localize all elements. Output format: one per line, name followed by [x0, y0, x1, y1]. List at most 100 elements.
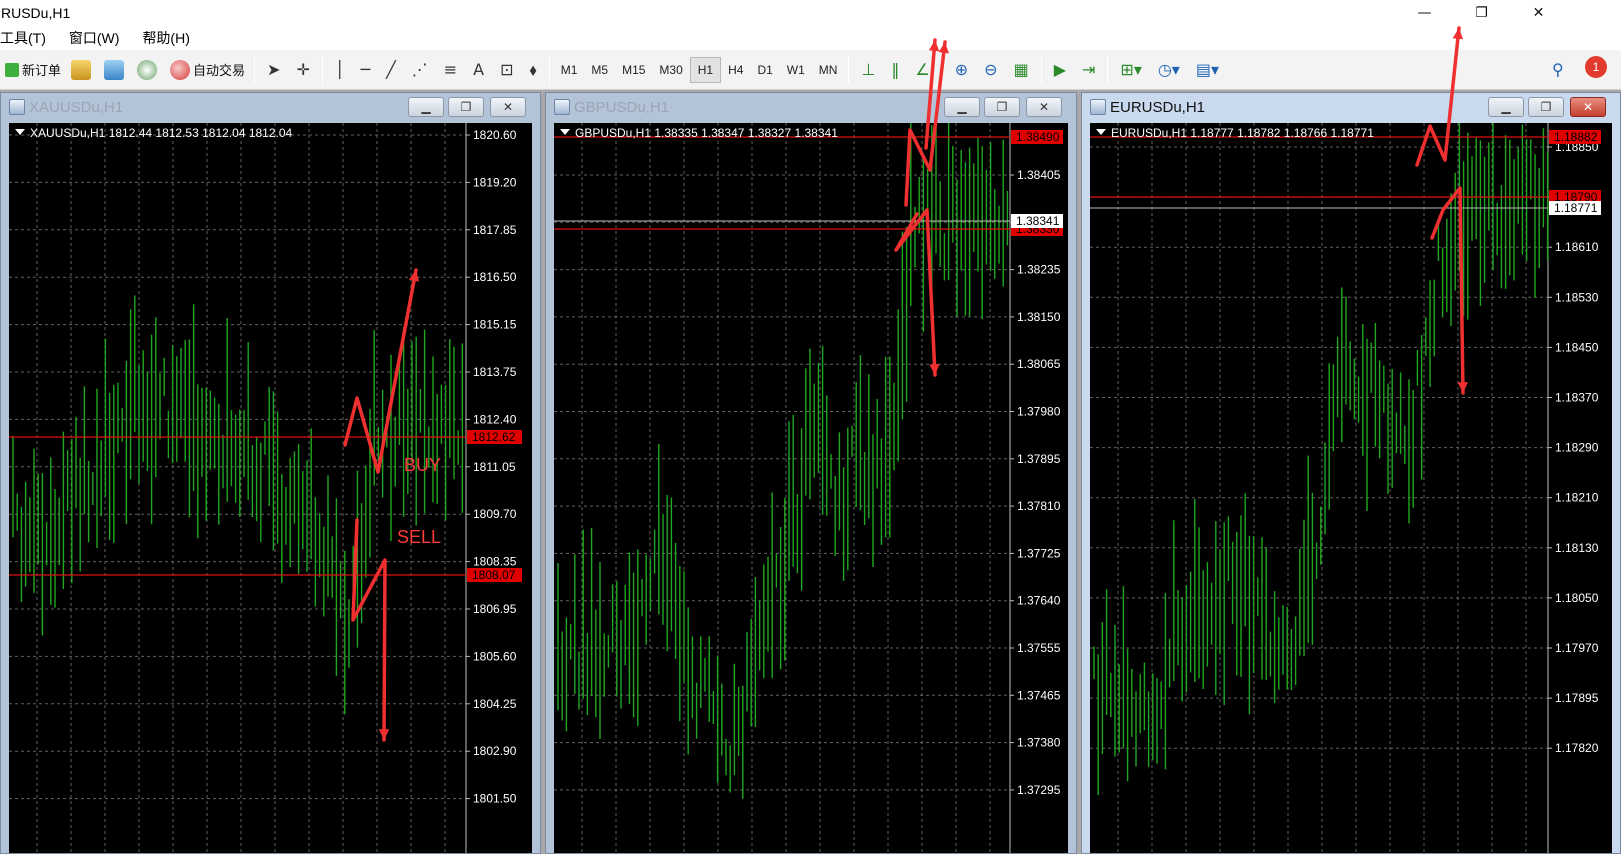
- price-label: 1802.90: [473, 744, 517, 758]
- signals-button[interactable]: [132, 55, 165, 85]
- timeframe-m30[interactable]: M30: [652, 57, 689, 83]
- ohlc-header: XAUUSDu,H1 1812.44 1812.53 1812.04 1812.…: [15, 126, 292, 140]
- chart-minimize-button[interactable]: ▁: [944, 97, 980, 117]
- price-label: 1811.05: [473, 460, 516, 474]
- chart-close-button[interactable]: ✕: [1026, 97, 1062, 117]
- chart-restore-button[interactable]: ❐: [1528, 97, 1564, 117]
- price-label: 1.37465: [1017, 688, 1061, 702]
- ohlc-text: XAUUSDu,H1 1812.44 1812.53 1812.04 1812.…: [30, 126, 293, 140]
- chart-close-button[interactable]: ✕: [490, 97, 526, 117]
- auto-trade-button[interactable]: 自动交易: [165, 55, 250, 85]
- chart-shift-icon[interactable]: ⇥: [1074, 60, 1103, 79]
- shapes-icon[interactable]: ⬧: [522, 60, 545, 80]
- chart-window-gbpusd[interactable]: GBPUSDu,H1 ▁ ❐ ✕ 1.384051.383201.382351.…: [545, 92, 1077, 854]
- menu-help[interactable]: 帮助(H): [142, 28, 200, 48]
- menu-window[interactable]: 窗口(W): [69, 28, 131, 48]
- chart-plot-area[interactable]: 1.188501.186901.186101.185301.184501.183…: [1090, 123, 1612, 853]
- menu-bar: 工具(T) 窗口(W) 帮助(H): [0, 26, 1621, 50]
- price-label: 1.17895: [1555, 691, 1599, 705]
- templates-icon[interactable]: ▤▾: [1188, 60, 1227, 79]
- chart-window-caption[interactable]: XAUUSDu,H1 ▁ ❐ ✕: [1, 93, 540, 121]
- chart-restore-button[interactable]: ❐: [448, 97, 484, 117]
- price-label: 1808.35: [473, 555, 517, 569]
- new-order-label: 新订单: [22, 63, 62, 78]
- timeframe-m1[interactable]: M1: [554, 57, 585, 83]
- menu-tools[interactable]: 工具(T): [0, 28, 57, 48]
- line-chart-icon[interactable]: ∠: [907, 60, 937, 79]
- chart-minimize-button[interactable]: ▁: [408, 97, 444, 117]
- zoom-in-icon[interactable]: ⊕: [947, 60, 976, 79]
- periods-clock-icon[interactable]: ◷▾: [1150, 60, 1188, 79]
- timeframe-m15[interactable]: M15: [615, 57, 652, 83]
- chart-plot-area[interactable]: 1.384051.383201.382351.381501.380651.379…: [554, 123, 1068, 853]
- trendline-icon[interactable]: ╱: [378, 60, 404, 79]
- price-label: 1.18130: [1555, 541, 1599, 555]
- gold-bars-button[interactable]: [66, 55, 99, 85]
- chart-window-title: GBPUSDu,H1: [574, 98, 670, 116]
- data-window-button[interactable]: [99, 55, 132, 85]
- maximize-button[interactable]: ❐: [1453, 0, 1510, 26]
- price-label: 1.18530: [1555, 290, 1599, 304]
- timeframe-h4[interactable]: H4: [721, 57, 750, 83]
- timeframe-w1[interactable]: W1: [780, 57, 812, 83]
- price-tag-label: 1.18882: [1554, 130, 1598, 144]
- label-icon[interactable]: ⊡: [492, 60, 521, 79]
- timeframe-d1[interactable]: D1: [750, 57, 779, 83]
- cursor-icon[interactable]: ➤: [259, 60, 288, 79]
- price-label: 1817.85: [473, 223, 517, 237]
- tile-windows-icon[interactable]: ▦: [1006, 60, 1037, 79]
- price-label: 1819.20: [473, 175, 517, 189]
- zoom-out-icon[interactable]: ⊖: [976, 60, 1005, 79]
- chart-window-xauusd[interactable]: XAUUSDu,H1 ▁ ❐ ✕ 1820.60 1819.20 1817.85 18…: [0, 92, 541, 854]
- price-label: 1815.15: [473, 318, 517, 332]
- auto-trade-label: 自动交易: [193, 63, 246, 78]
- indicators-icon[interactable]: ⊞▾: [1112, 60, 1149, 79]
- chart-svg: 1820.60 1819.20 1817.85 1816.50 1815.15 1813.…: [9, 123, 522, 853]
- price-label: 1812.40: [473, 412, 517, 426]
- auto-trade-icon: [170, 59, 191, 80]
- chart-window-caption[interactable]: GBPUSDu,H1 ▁ ❐ ✕: [546, 93, 1076, 121]
- price-label: 1.38150: [1017, 310, 1061, 324]
- chart-close-button[interactable]: ✕: [1570, 97, 1606, 117]
- chart-restore-button[interactable]: ❐: [984, 97, 1020, 117]
- price-label: 1804.25: [473, 697, 517, 711]
- price-label: 1.18050: [1555, 591, 1599, 605]
- crosshair-icon[interactable]: ✛: [288, 60, 317, 79]
- sell-annotation: SELL: [397, 527, 441, 547]
- fibonacci-icon[interactable]: ≡: [436, 60, 465, 79]
- chart-window-title: XAUUSDu,H1: [29, 98, 124, 116]
- chart-svg: 1.384051.383201.382351.381501.380651.379…: [554, 123, 1063, 853]
- timeframe-h1[interactable]: H1: [689, 56, 722, 83]
- grid: [1090, 123, 1548, 853]
- close-button[interactable]: ✕: [1510, 0, 1567, 26]
- notification-count: 1: [1592, 60, 1600, 74]
- price-label: 1.38235: [1017, 263, 1061, 277]
- toolbar-separator: [548, 55, 550, 84]
- price-label: 1.37640: [1017, 594, 1061, 608]
- horizontal-line-icon[interactable]: ─: [352, 60, 378, 79]
- bar-chart-icon[interactable]: ⊥: [853, 60, 883, 79]
- candlestick-icon[interactable]: ‖: [883, 60, 907, 79]
- timeframe-mn[interactable]: MN: [812, 57, 845, 83]
- timeframe-m5[interactable]: M5: [584, 57, 615, 83]
- notifications-icon[interactable]: 1: [1585, 56, 1607, 78]
- autoscroll-icon[interactable]: ▶: [1046, 60, 1074, 79]
- channel-icon[interactable]: ⋰: [404, 60, 436, 79]
- ohlc-text: GBPUSDu,H1 1.38335 1.38347 1.38327 1.383…: [575, 126, 838, 140]
- chart-window-caption[interactable]: EURUSDu,H1 ▁ ❐ ✕: [1082, 93, 1620, 121]
- chart-plot-area[interactable]: 1820.60 1819.20 1817.85 1816.50 1815.15 1813.…: [9, 123, 532, 853]
- grid: [554, 123, 1010, 853]
- chart-window-eurusd[interactable]: EURUSDu,H1 ▁ ❐ ✕ 1.188501.186901.186101.…: [1081, 92, 1621, 854]
- current-price-label: 1.38341: [1016, 214, 1060, 228]
- window-title: RUSDu,H1: [1, 5, 71, 21]
- price-tag-label: 1812.62: [472, 430, 516, 444]
- new-order-button[interactable]: 新订单: [0, 55, 66, 85]
- toolbar: 新订单 自动交易 ➤ ✛ │ ─ ╱ ⋰ ≡ A ⊡ ⬧ M1 M5 M15 M…: [0, 50, 1621, 90]
- chart-minimize-button[interactable]: ▁: [1488, 97, 1524, 117]
- text-icon[interactable]: A: [465, 60, 492, 79]
- gold-icon: [71, 59, 92, 80]
- vertical-line-icon[interactable]: │: [327, 60, 353, 79]
- minimize-button[interactable]: —: [1396, 0, 1453, 26]
- current-price-label: 1.18771: [1554, 201, 1598, 215]
- search-icon[interactable]: ⚲: [1544, 60, 1572, 79]
